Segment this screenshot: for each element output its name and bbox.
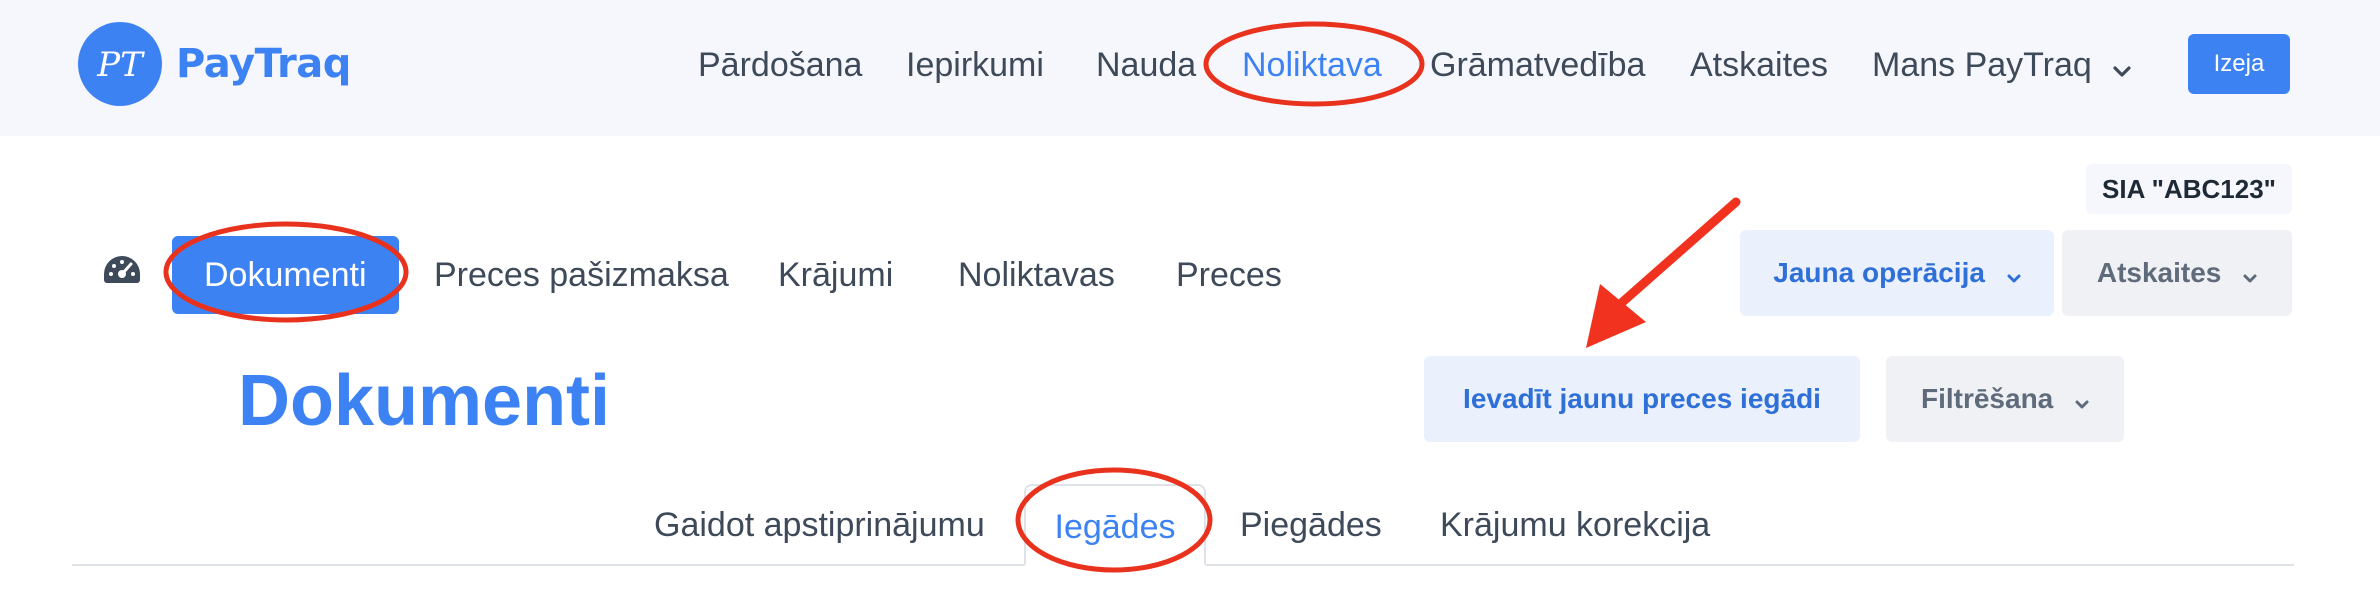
chevron-down-icon <box>2007 232 2021 318</box>
logo-mark-icon: PT <box>78 22 162 106</box>
chevron-down-icon <box>2075 358 2089 444</box>
tab-krajumu-korekcija[interactable]: Krājumu korekcija <box>1440 484 1710 566</box>
paytraq-logo[interactable]: PT PayTraq <box>78 22 351 106</box>
tab-iegades[interactable]: Iegādes <box>1024 484 1206 566</box>
subnav-item-preces-pasizmaksa[interactable]: Preces pašizmaksa <box>434 236 729 314</box>
subnav-item-preces[interactable]: Preces <box>1176 236 1282 314</box>
reports-label: Atskaites <box>2096 257 2222 288</box>
company-label: SIA "ABC123" <box>2086 164 2292 214</box>
nav-item-nauda[interactable]: Nauda <box>1096 38 1196 92</box>
nav-item-gramatvediba[interactable]: Grāmatvedība <box>1430 38 1645 92</box>
tab-piegades[interactable]: Piegādes <box>1240 484 1382 566</box>
reports-dropdown-button[interactable]: Atskaites <box>2062 230 2292 316</box>
nav-item-noliktava[interactable]: Noliktava <box>1242 38 1382 92</box>
subnav-item-krajumi[interactable]: Krājumi <box>778 236 893 314</box>
nav-item-pardosana[interactable]: Pārdošana <box>698 38 862 92</box>
page-title: Dokumenti <box>238 361 611 441</box>
exit-button[interactable]: Izeja <box>2188 34 2290 94</box>
filter-label: Filtrēšana <box>1920 383 2054 414</box>
nav-item-mans-paytraq[interactable]: Mans PayTraq <box>1872 38 2131 92</box>
nav-item-atskaites[interactable]: Atskaites <box>1690 38 1828 92</box>
top-navigation-bar: PT PayTraq Pārdošana Iepirkumi Nauda Nol… <box>0 0 2380 136</box>
annotation-arrow <box>1586 197 1741 348</box>
tab-gaidot-apstiprinajumu[interactable]: Gaidot apstiprinājumu <box>654 484 985 566</box>
speedometer-icon[interactable] <box>102 254 142 286</box>
subnav-item-noliktavas[interactable]: Noliktavas <box>958 236 1115 314</box>
new-operation-label: Jauna operācija <box>1773 257 1985 288</box>
chevron-down-icon <box>2113 40 2131 94</box>
filter-button[interactable]: Filtrēšana <box>1886 356 2124 442</box>
new-purchase-button[interactable]: Ievadīt jaunu preces iegādi <box>1424 356 1860 442</box>
nav-item-mans-paytraq-label: Mans PayTraq <box>1872 46 2092 84</box>
logo-text: PayTraq <box>176 41 351 87</box>
nav-item-iepirkumi[interactable]: Iepirkumi <box>906 38 1044 92</box>
subnav-item-dokumenti[interactable]: Dokumenti <box>172 236 399 314</box>
logo-monogram: PT <box>96 45 145 85</box>
chevron-down-icon <box>2243 232 2257 318</box>
new-operation-button[interactable]: Jauna operācija <box>1740 230 2054 316</box>
